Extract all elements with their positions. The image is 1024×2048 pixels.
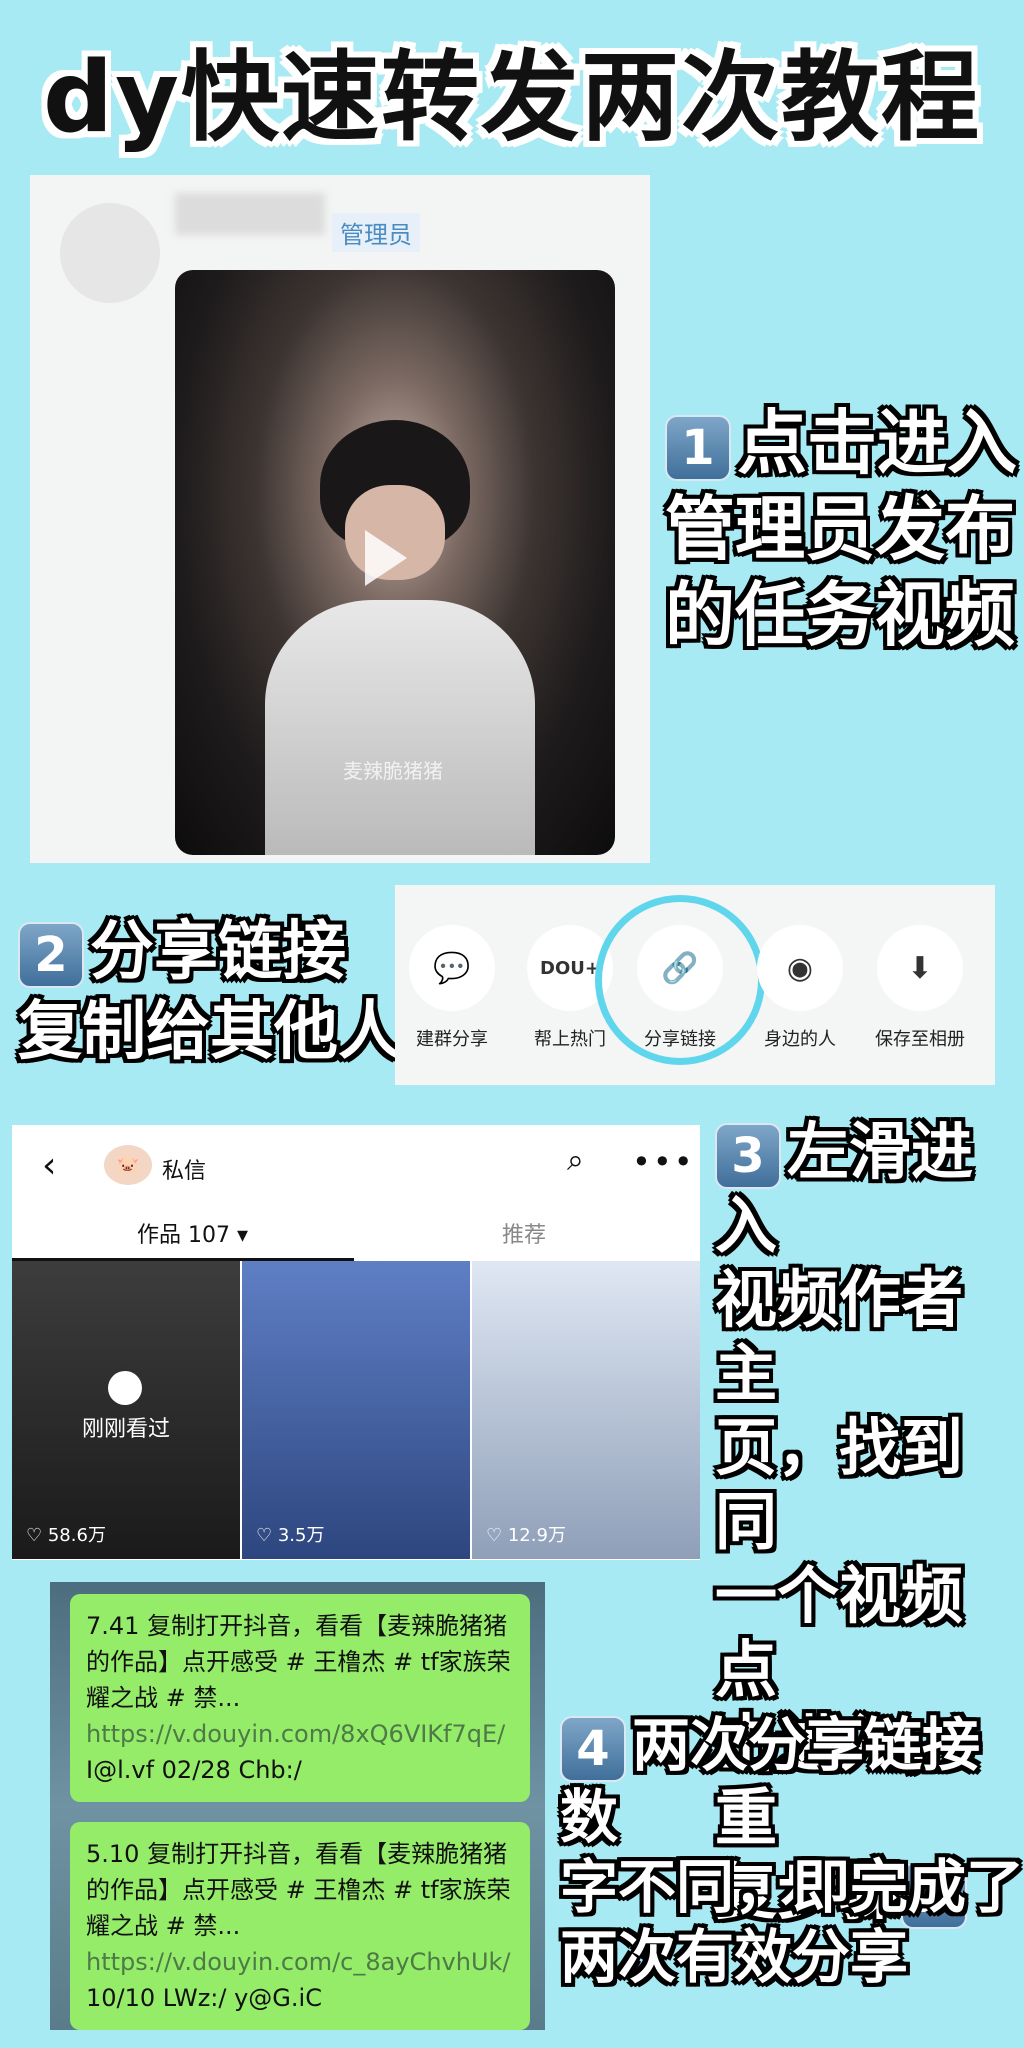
video-thumbnail[interactable]: 刚刚看过 ♡ 58.6万	[12, 1261, 240, 1559]
step-number-3: 3	[715, 1122, 781, 1189]
task-video-thumbnail[interactable]: 麦辣脆猪猪	[175, 270, 615, 855]
more-icon[interactable]: •••	[632, 1143, 695, 1181]
share-option-save[interactable]: ⬇ 保存至相册	[875, 925, 965, 1051]
admin-badge: 管理员	[332, 213, 420, 252]
share-panel: 💬 建群分享 DOU+ 帮上热门 🔗 分享链接 ◉ 身边的人 ⬇ 保存至相册	[395, 885, 995, 1085]
step4-instruction: 4 两次分享链接数 字不同，即完成了 两次有效分享	[560, 1711, 1024, 1991]
chat-screenshot: 7.41 复制打开抖音，看看【麦辣脆猪猪的作品】点开感受 # 王橹杰 # tf家…	[50, 1582, 545, 2030]
video-watermark: 麦辣脆猪猪	[343, 759, 443, 783]
tab-works[interactable]: 作品 107 ▾	[137, 1217, 248, 1249]
dm-label[interactable]: 私信	[162, 1153, 206, 1185]
recently-viewed-label: 刚刚看过	[81, 1417, 170, 1442]
play-icon	[108, 1371, 142, 1405]
step-number-2: 2	[18, 922, 84, 989]
group-chat-icon: 💬	[409, 925, 495, 1011]
pig-avatar-icon: 🐷	[104, 1145, 152, 1185]
profile-screenshot: ‹ 🐷 私信 ⌕ ••• 作品 107 ▾ 推荐 刚刚看过 ♡ 58.6万 ♡ …	[12, 1125, 700, 1560]
search-icon[interactable]: ⌕	[567, 1143, 584, 1178]
avatar	[60, 203, 160, 303]
highlight-circle	[595, 895, 765, 1065]
video-thumbnail[interactable]: ♡ 12.9万	[472, 1261, 700, 1559]
back-icon[interactable]: ‹	[42, 1145, 56, 1186]
message-bubble[interactable]: 7.41 复制打开抖音，看看【麦辣脆猪猪的作品】点开感受 # 王橹杰 # tf家…	[70, 1594, 530, 1802]
tab-recommend[interactable]: 推荐	[502, 1217, 546, 1249]
share-option-nearby[interactable]: ◉ 身边的人	[755, 925, 845, 1051]
like-count: ♡ 3.5万	[256, 1525, 325, 1546]
share-option-group[interactable]: 💬 建群分享	[407, 925, 497, 1051]
step1-instruction: 1 点击进入 管理员发布 的任务视频	[665, 402, 1017, 656]
download-icon: ⬇	[877, 925, 963, 1011]
figure-body	[265, 600, 535, 855]
nearby-people-icon: ◉	[757, 925, 843, 1011]
step-number-1: 1	[665, 414, 731, 481]
page-title: dy快速转发两次教程	[42, 41, 982, 155]
step1-screenshot: 管理员 麦辣脆猪猪	[30, 175, 650, 863]
video-thumbnail[interactable]: ♡ 3.5万	[242, 1261, 470, 1559]
blurred-username	[175, 193, 325, 235]
step2-instruction: 2 分享链接 复制给其他人	[18, 915, 402, 1069]
like-count: ♡ 58.6万	[26, 1525, 106, 1546]
step-number-4: 4	[560, 1715, 626, 1782]
play-icon[interactable]	[365, 530, 407, 586]
like-count: ♡ 12.9万	[486, 1525, 566, 1546]
message-bubble[interactable]: 5.10 复制打开抖音，看看【麦辣脆猪猪的作品】点开感受 # 王橹杰 # tf家…	[70, 1822, 530, 2030]
